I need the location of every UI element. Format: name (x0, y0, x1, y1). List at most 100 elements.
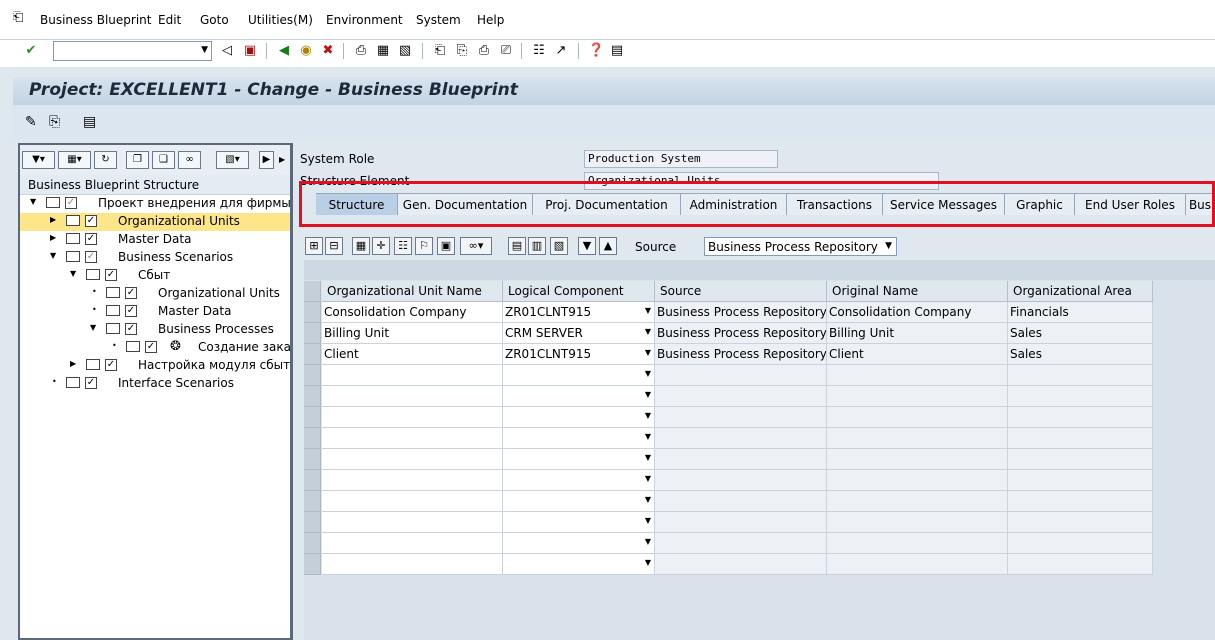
collapse-icon[interactable]: ▼ (50, 251, 56, 260)
column-header-original-name[interactable]: Original Name (827, 281, 1008, 302)
table-cell[interactable] (322, 512, 503, 533)
menu-goto[interactable]: Goto (200, 13, 229, 27)
row-selector[interactable] (304, 323, 321, 344)
chevron-down-icon[interactable]: ▼ (645, 369, 651, 378)
display-change-icon[interactable]: ✎ (25, 114, 37, 130)
checkbox[interactable]: ✓ (85, 251, 97, 263)
export-icon[interactable]: ▤ (508, 237, 526, 255)
refresh-icon[interactable]: ↻ (94, 151, 117, 169)
table-cell[interactable]: ▼ (503, 554, 655, 575)
table-cell[interactable] (322, 533, 503, 554)
table-cell[interactable]: ▼ (503, 365, 655, 386)
row-selector[interactable] (304, 533, 321, 554)
row-selector[interactable] (304, 302, 321, 323)
chevron-down-icon[interactable]: ▼ (645, 474, 651, 483)
create-session-icon[interactable]: ☷ (531, 43, 547, 59)
exit-icon[interactable]: ◉ (298, 43, 314, 59)
column-header-org-unit-name[interactable]: Organizational Unit Name (322, 281, 503, 302)
table-cell[interactable] (322, 491, 503, 512)
checkbox[interactable]: ✓ (125, 323, 137, 335)
menu-business-blueprint[interactable]: Business Blueprint (40, 13, 151, 27)
row-selector[interactable] (304, 491, 321, 512)
other-object-icon[interactable]: ⎘ (49, 114, 60, 130)
find-icon[interactable]: ▧▾ (216, 151, 249, 169)
shortcut-icon[interactable]: ↗ (553, 43, 569, 59)
source-dropdown[interactable]: Business Process Repository ▼ (704, 237, 897, 256)
tree-node[interactable]: ▶ ✓ Master Data (20, 231, 290, 249)
menu-utilities[interactable]: Utilities(M) (248, 13, 313, 27)
link-icon[interactable]: ∞▾ (460, 237, 492, 255)
table-cell[interactable]: ZR01CLNT915 ▼ (503, 344, 655, 365)
tree-node[interactable]: ▼ ✓ Business Processes (20, 321, 290, 339)
delete-row-icon[interactable]: ⊟ (325, 237, 343, 255)
chevron-down-icon[interactable]: ▼ (645, 390, 651, 399)
table-cell[interactable] (322, 428, 503, 449)
print-list-icon[interactable]: ▧ (550, 237, 568, 255)
row-selector[interactable] (304, 365, 321, 386)
row-selector[interactable] (304, 428, 321, 449)
expand-icon[interactable]: ▶ (70, 359, 76, 368)
layout-menu-icon[interactable]: ▤ (609, 43, 625, 59)
table-cell[interactable]: CRM SERVER ▼ (503, 323, 655, 344)
import-icon[interactable]: ▥ (528, 237, 546, 255)
table-cell[interactable] (322, 365, 503, 386)
paste-icon[interactable]: ❑ (152, 151, 175, 169)
chevron-down-icon[interactable]: ▼ (645, 495, 651, 504)
link-icon[interactable]: ∞ (178, 151, 201, 169)
last-page-icon[interactable]: ⎚ (498, 43, 514, 59)
table-cell[interactable]: ▼ (503, 491, 655, 512)
table-cell[interactable]: ▼ (503, 386, 655, 407)
insert-row-icon[interactable]: ⊞ (305, 237, 323, 255)
help-icon[interactable]: ❓ (588, 43, 604, 59)
save-icon[interactable]: ▣ (242, 43, 258, 59)
chevron-down-icon[interactable]: ▼ (645, 306, 651, 315)
print-icon[interactable]: ⎙ (353, 43, 369, 59)
tree-node[interactable]: • ✓ Master Data (20, 303, 290, 321)
checkbox[interactable]: ✓ (65, 197, 77, 209)
toolbar-overflow-icon[interactable]: ▶ (279, 155, 285, 164)
details-icon[interactable]: ▣ (437, 237, 455, 255)
move-icon[interactable]: ✛ (372, 237, 390, 255)
collapse-icon[interactable]: ▼ (70, 269, 76, 278)
tree-node[interactable]: ▼ ✓ Проект внедрения для фирмы "E (20, 195, 290, 213)
enter-icon[interactable]: ✔ (23, 43, 39, 59)
tree-node[interactable]: • ✓ ❂ Создание заказа (20, 339, 290, 357)
column-header-source[interactable]: Source (655, 281, 827, 302)
hierarchy-icon[interactable]: ☷ (394, 237, 412, 255)
checkbox[interactable]: ✓ (85, 215, 97, 227)
checkbox[interactable]: ✓ (85, 377, 97, 389)
menu-help[interactable]: Help (477, 13, 504, 27)
tree-node[interactable]: • ✓ Organizational Units (20, 285, 290, 303)
table-cell[interactable]: ▼ (503, 449, 655, 470)
chevron-down-icon[interactable]: ▼ (645, 453, 651, 462)
chevron-down-icon[interactable]: ▼ (645, 348, 651, 357)
checkbox[interactable]: ✓ (145, 341, 157, 353)
chevron-down-icon[interactable]: ▼ (201, 45, 208, 55)
table-cell[interactable]: ZR01CLNT915 ▼ (503, 302, 655, 323)
columns-icon[interactable]: ▦▾ (58, 151, 91, 169)
checkbox[interactable]: ✓ (105, 359, 117, 371)
chevron-down-icon[interactable]: ▼ (645, 432, 651, 441)
column-header-logical-component[interactable]: Logical Component (503, 281, 655, 302)
checkbox[interactable]: ✓ (105, 269, 117, 281)
tree-node[interactable]: ▼ ✓ Сбыт (20, 267, 290, 285)
checkbox[interactable]: ✓ (85, 233, 97, 245)
copy-icon[interactable]: ❐ (126, 151, 149, 169)
move-up-icon[interactable]: ▲ (599, 237, 617, 255)
chevron-down-icon[interactable]: ▼ (645, 411, 651, 420)
table-cell[interactable]: ▼ (503, 428, 655, 449)
menu-system[interactable]: System (416, 13, 461, 27)
table-cell[interactable]: Consolidation Company (322, 302, 503, 323)
checkbox[interactable]: ✓ (125, 287, 137, 299)
table-cell[interactable] (322, 407, 503, 428)
menu-exit-icon[interactable]: ⎗ (13, 10, 29, 25)
expand-icon[interactable]: ▶ (50, 215, 56, 224)
cancel-icon[interactable]: ✖ (320, 43, 336, 59)
expand-icon[interactable]: ▶ (50, 233, 56, 242)
menu-environment[interactable]: Environment (326, 13, 403, 27)
checkbox[interactable]: ✓ (125, 305, 137, 317)
move-down-icon[interactable]: ▼ (578, 237, 596, 255)
table-cell[interactable] (322, 470, 503, 491)
table-cell[interactable]: ▼ (503, 470, 655, 491)
command-field[interactable]: ▼ (53, 41, 212, 61)
